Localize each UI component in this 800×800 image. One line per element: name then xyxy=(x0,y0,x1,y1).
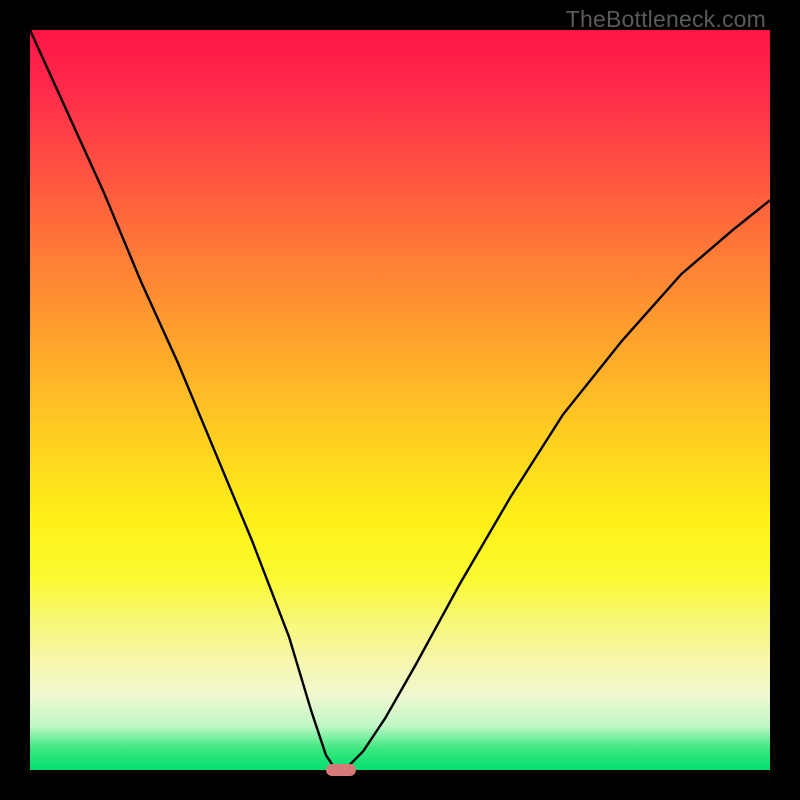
curve-svg xyxy=(30,30,770,770)
watermark-text: TheBottleneck.com xyxy=(566,6,766,33)
plot-area xyxy=(30,30,770,770)
bottleneck-curve xyxy=(30,30,770,770)
optimal-marker xyxy=(326,764,356,776)
